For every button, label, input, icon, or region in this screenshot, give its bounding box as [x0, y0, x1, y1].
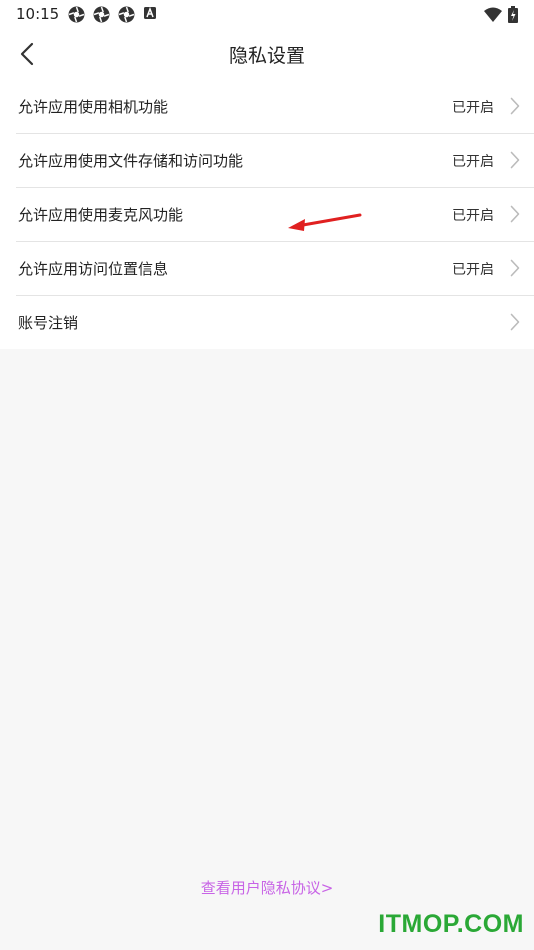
- setting-label: 允许应用使用麦克风功能: [18, 206, 184, 224]
- watermark-logo: ITMOP.COM: [378, 910, 524, 938]
- chevron-right-icon: [510, 205, 520, 223]
- setting-label: 允许应用使用相机功能: [18, 98, 169, 116]
- aperture-icon: [93, 6, 110, 23]
- app-header: 隐私设置: [0, 28, 534, 80]
- status-notification-icons: [68, 6, 157, 23]
- settings-list: 允许应用使用相机功能 已开启 允许应用使用文件存储和访问功能 已开启 允许应用使…: [0, 80, 534, 349]
- setting-status: 已开启: [452, 262, 494, 278]
- setting-label: 允许应用访问位置信息: [18, 260, 169, 278]
- chevron-right-icon: [510, 259, 520, 277]
- privacy-policy-link[interactable]: 查看用户隐私协议>: [0, 877, 534, 898]
- setting-row-storage[interactable]: 允许应用使用文件存储和访问功能 已开启: [16, 134, 534, 188]
- setting-status: 已开启: [452, 154, 494, 170]
- setting-status: 已开启: [452, 100, 494, 116]
- chevron-right-icon: [510, 151, 520, 169]
- status-system-icons: [484, 6, 518, 23]
- status-bar: 10:15: [0, 0, 534, 28]
- setting-label: 允许应用使用文件存储和访问功能: [18, 152, 244, 170]
- page-title: 隐私设置: [228, 45, 305, 67]
- aperture-icon: [118, 6, 135, 23]
- setting-status: 已开启: [452, 208, 494, 224]
- chevron-right-icon: [510, 97, 520, 115]
- setting-label: 账号注销: [18, 314, 79, 332]
- setting-row-account-deletion[interactable]: 账号注销: [16, 296, 534, 349]
- battery-charging-icon: [508, 6, 518, 23]
- status-time: 10:15: [16, 5, 60, 23]
- wifi-icon: [484, 7, 502, 22]
- aperture-icon: [68, 6, 85, 23]
- chevron-right-icon: [510, 313, 520, 331]
- setting-row-camera[interactable]: 允许应用使用相机功能 已开启: [16, 80, 534, 134]
- annotation-arrow-icon: [288, 213, 362, 231]
- notification-a-icon: [144, 6, 156, 19]
- setting-row-microphone[interactable]: 允许应用使用麦克风功能 已开启: [16, 188, 534, 242]
- setting-row-location[interactable]: 允许应用访问位置信息 已开启: [16, 242, 534, 296]
